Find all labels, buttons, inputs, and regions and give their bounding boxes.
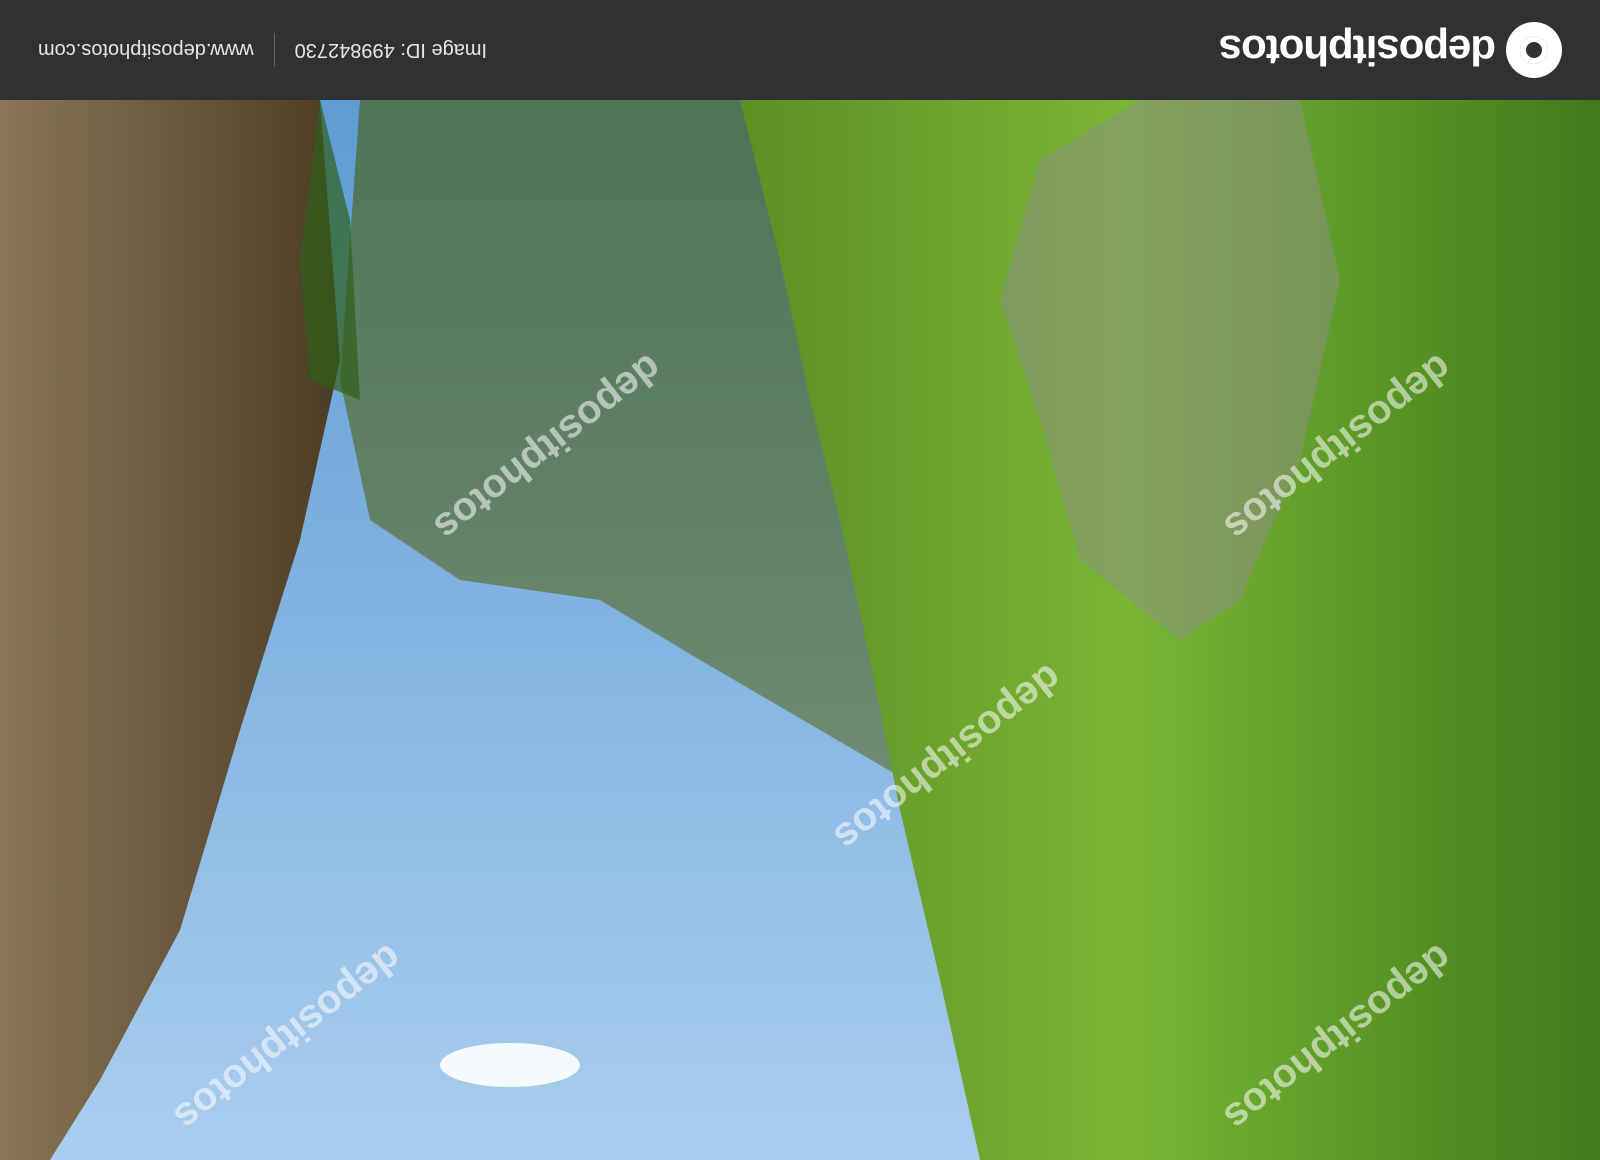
image-stage: depositphotos depositphotos depositphoto… bbox=[0, 0, 1600, 1160]
brand-logo[interactable]: depositphotos bbox=[1220, 20, 1562, 80]
divider bbox=[273, 33, 275, 67]
site-url[interactable]: www.depositphotos.com bbox=[38, 39, 254, 62]
brand-name: depositphotos bbox=[1219, 27, 1496, 74]
image-id: Image ID: 499842730 bbox=[294, 39, 488, 62]
image-meta: Image ID: 499842730 www.depositphotos.co… bbox=[38, 30, 487, 70]
footer-bar: depositphotos Image ID: 499842730 www.de… bbox=[0, 0, 1600, 100]
cloud bbox=[440, 1043, 580, 1087]
camera-icon bbox=[1506, 22, 1562, 78]
photo: depositphotos depositphotos depositphoto… bbox=[0, 100, 1600, 1160]
